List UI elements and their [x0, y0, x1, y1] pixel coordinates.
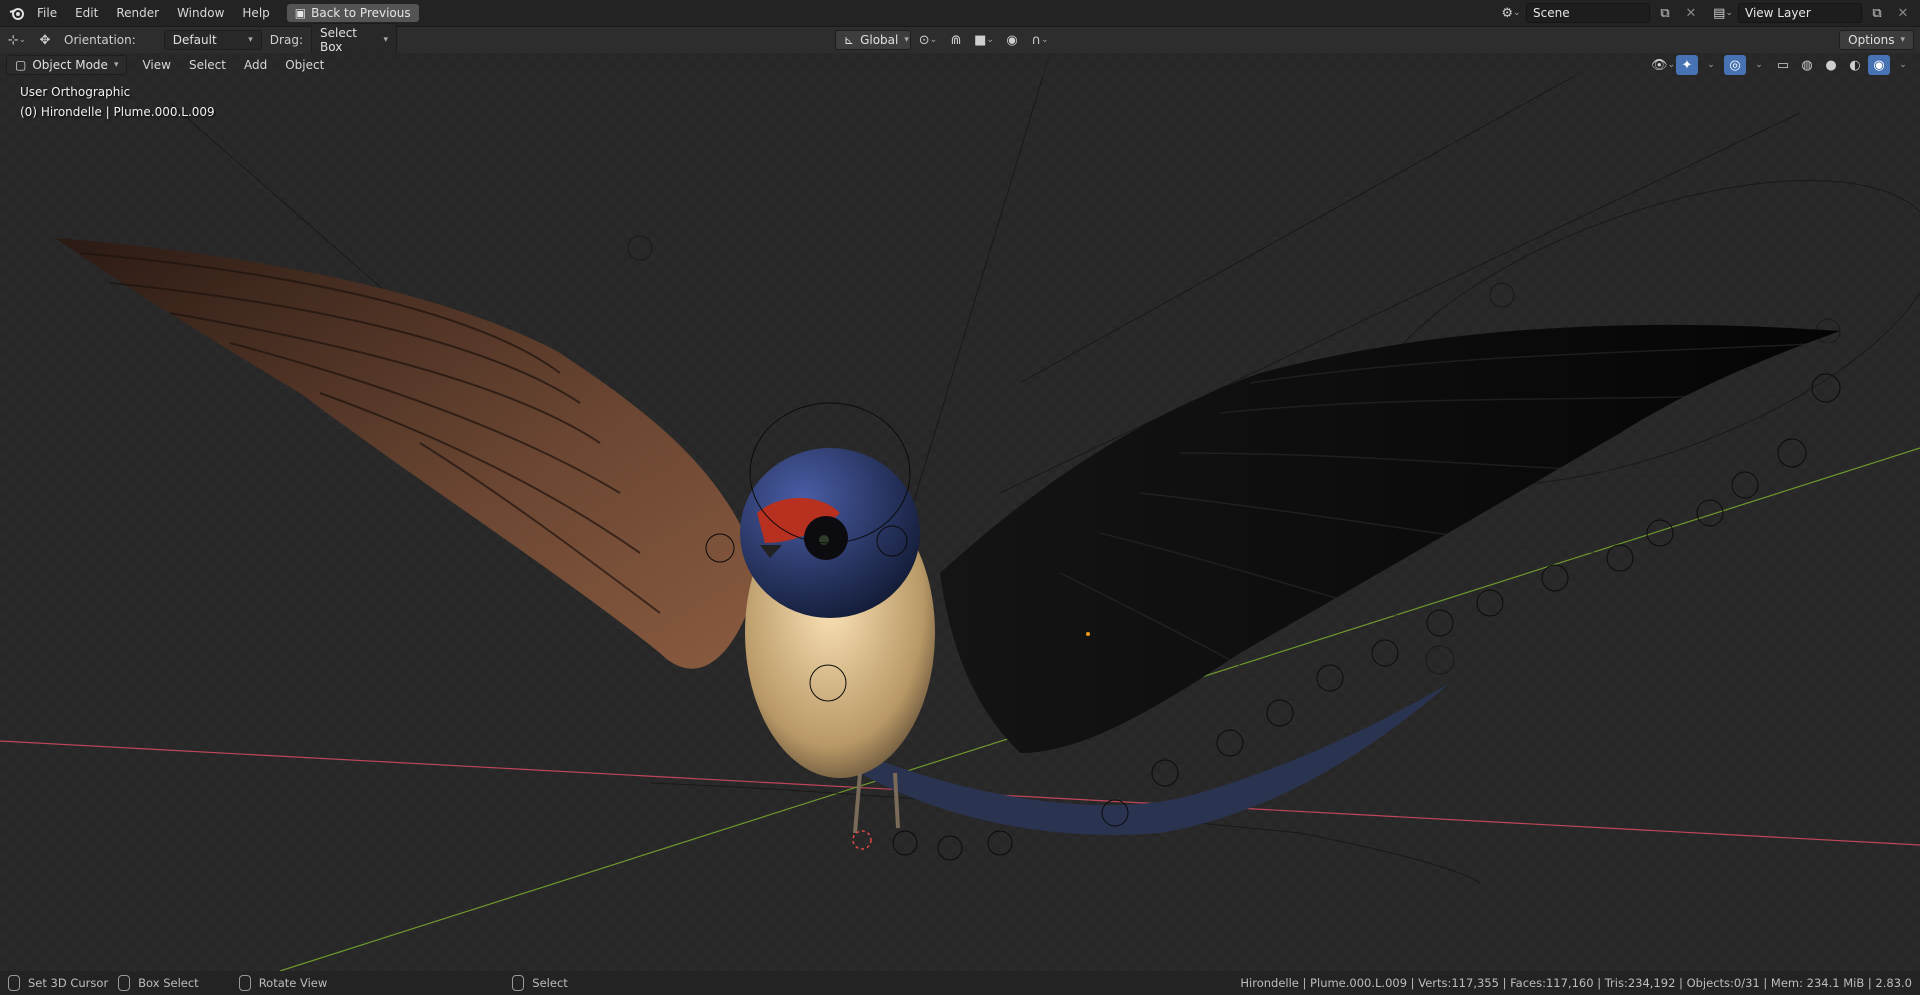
mode-dropdown[interactable]: ▢ Object Mode ▾: [6, 55, 128, 75]
delete-view-layer-icon[interactable]: ✕: [1892, 3, 1914, 23]
scene-type-icon[interactable]: ⚙ ⌄: [1500, 3, 1522, 23]
3d-cursor: [852, 830, 872, 850]
right-mouse-icon: [512, 975, 525, 991]
scene-render: [0, 53, 1920, 971]
solid-shading-icon[interactable]: ●: [1820, 55, 1842, 75]
gizmo-icon[interactable]: ✦: [1676, 55, 1698, 75]
back-to-previous-button[interactable]: ▣ Back to Previous: [286, 4, 419, 22]
chevron-down-icon: ▾: [383, 35, 388, 45]
drag-dropdown[interactable]: Select Box ▾: [310, 23, 397, 57]
menu-render[interactable]: Render: [107, 3, 168, 23]
menu-add[interactable]: Add: [235, 55, 276, 75]
viewport-header: ▢ Object Mode ▾ View Select Add Object 👁…: [0, 53, 1920, 77]
menu-window[interactable]: Window: [168, 3, 233, 23]
drag-value: Select Box: [319, 26, 358, 54]
drag-label: Drag:: [269, 33, 303, 47]
active-object-info: (0) Hirondelle | Plume.000.L.009: [20, 105, 215, 119]
transform-orientation-value: Global: [860, 33, 899, 47]
wireframe-shading-icon[interactable]: ◍: [1796, 55, 1818, 75]
overlays-icon[interactable]: ◎: [1724, 55, 1746, 75]
view-layer-icon[interactable]: ▤ ⌄: [1712, 3, 1734, 23]
left-mouse-icon: [8, 975, 20, 991]
shading-dropdown-icon[interactable]: ⌄: [1892, 55, 1914, 75]
menu-edit[interactable]: Edit: [66, 3, 107, 23]
status-bar: Set 3D Cursor Box Select Rotate View Sel…: [0, 971, 1920, 995]
menu-view[interactable]: View: [133, 55, 179, 75]
rotate-view-hint: Rotate View: [258, 976, 328, 990]
left-drag-icon: [118, 975, 131, 991]
screen-icon: ▣: [294, 6, 307, 20]
transform-orientation-dropdown[interactable]: ⊾ Global ▾: [835, 30, 911, 50]
middle-mouse-icon: [238, 975, 251, 991]
gizmo-dropdown-icon[interactable]: ⌄: [1700, 55, 1722, 75]
visibility-icon[interactable]: 👁 ⌄: [1651, 55, 1675, 75]
chevron-down-icon: ▾: [248, 35, 253, 45]
origin-dot: [1086, 632, 1090, 636]
right-wing: [940, 324, 1840, 753]
menu-help[interactable]: Help: [233, 3, 278, 23]
menu-select[interactable]: Select: [180, 55, 235, 75]
view-name: User Orthographic: [20, 85, 131, 99]
scene-statistics: Hirondelle | Plume.000.L.009 | Verts:117…: [1240, 976, 1912, 990]
options-label: Options: [1848, 33, 1895, 47]
set-cursor-hint: Set 3D Cursor: [28, 976, 109, 990]
snap-target-icon[interactable]: ■ ⌄: [973, 30, 995, 50]
menu-file[interactable]: File: [28, 3, 66, 23]
view-layer-field[interactable]: View Layer: [1738, 3, 1862, 23]
xray-icon[interactable]: ▭: [1772, 55, 1794, 75]
box-select-hint: Box Select: [138, 976, 199, 990]
tool-settings-bar: ⊹ ⌄ ✥ Orientation: Default ▾ Drag: Select…: [0, 23, 1920, 57]
move-tool-icon[interactable]: ✥: [34, 30, 56, 50]
scene-name-field[interactable]: Scene: [1526, 3, 1650, 23]
options-dropdown[interactable]: Options ▾: [1839, 30, 1914, 50]
falloff-icon[interactable]: ∩ ⌄: [1029, 30, 1051, 50]
orientation-dropdown[interactable]: Default ▾: [163, 30, 262, 50]
mode-value: Object Mode: [32, 58, 108, 72]
back-to-previous-label: Back to Previous: [311, 6, 411, 20]
orientation-label: Orientation:: [64, 33, 136, 47]
overlays-dropdown-icon[interactable]: ⌄: [1748, 55, 1770, 75]
menu-object[interactable]: Object: [276, 55, 333, 75]
snap-icon[interactable]: ⋒: [945, 30, 967, 50]
left-wing: [55, 238, 760, 669]
material-shading-icon[interactable]: ◐: [1844, 55, 1866, 75]
delete-scene-icon[interactable]: ✕: [1680, 3, 1702, 23]
object-mode-icon: ▢: [15, 58, 27, 72]
new-view-layer-icon[interactable]: ⧉: [1866, 3, 1888, 23]
select-hint: Select: [532, 976, 568, 990]
eye: [819, 535, 829, 545]
orientation-value: Default: [172, 33, 217, 47]
pivot-point-icon[interactable]: ⊙ ⌄: [917, 30, 939, 50]
rendered-shading-icon[interactable]: ◉: [1868, 55, 1890, 75]
editor-type-icon[interactable]: ⊹ ⌄: [6, 30, 28, 50]
proportional-edit-icon[interactable]: ◉: [1001, 30, 1023, 50]
axes-icon: ⊾: [844, 33, 855, 47]
blender-logo-icon[interactable]: [6, 3, 28, 23]
3d-viewport[interactable]: User Orthographic (0) Hirondelle | Plume…: [0, 53, 1920, 971]
top-menu-bar: File Edit Render Window Help ▣ Back to P…: [0, 0, 1920, 26]
new-scene-icon[interactable]: ⧉: [1654, 3, 1676, 23]
